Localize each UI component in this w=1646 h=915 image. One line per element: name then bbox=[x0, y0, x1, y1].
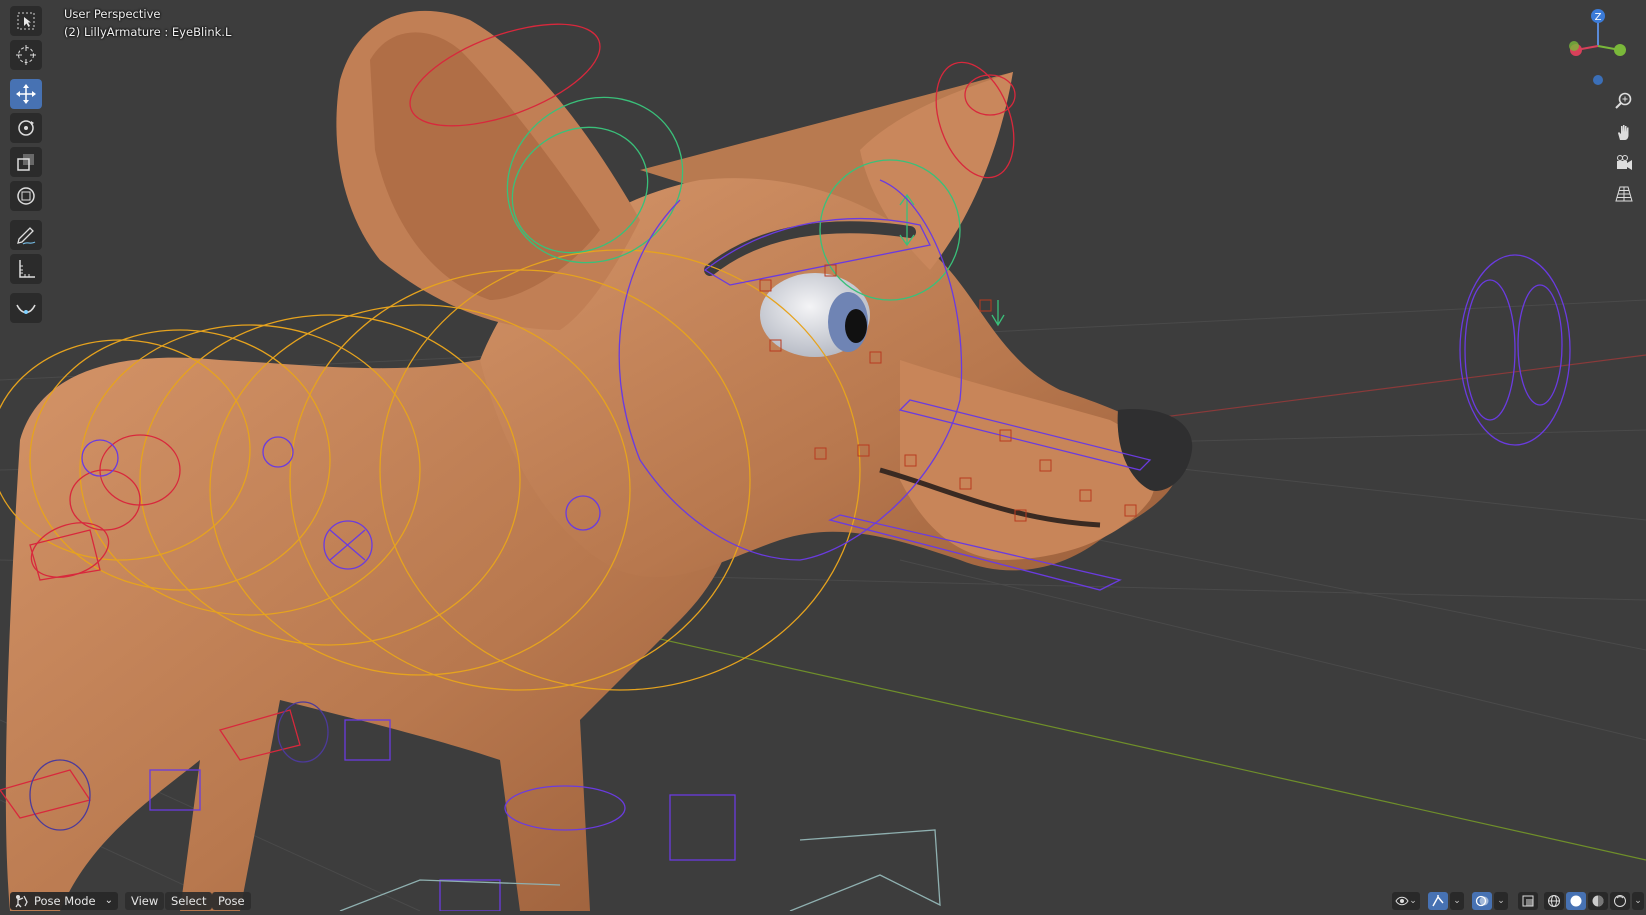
overlays-toggle-button[interactable] bbox=[1472, 892, 1492, 910]
transform-icon bbox=[17, 187, 35, 205]
mode-selector[interactable]: Pose Mode ⌄ bbox=[10, 892, 118, 910]
chevron-down-icon: ⌄ bbox=[1497, 896, 1505, 906]
select-box-icon bbox=[17, 12, 35, 30]
annotate-tool[interactable] bbox=[10, 220, 42, 250]
measure-tool[interactable] bbox=[10, 254, 42, 284]
grid-perspective-icon bbox=[1615, 186, 1633, 202]
chevron-down-icon: ⌄ bbox=[104, 895, 113, 906]
3d-viewport[interactable] bbox=[0, 0, 1646, 912]
relax-icon bbox=[16, 304, 36, 314]
shading-dropdown[interactable]: ⌄ bbox=[1632, 892, 1644, 910]
chevron-down-icon: ⌄ bbox=[1634, 896, 1642, 906]
hand-icon bbox=[1618, 125, 1629, 140]
z-axis-label: Z bbox=[1595, 12, 1602, 23]
viewport-scene bbox=[0, 10, 1646, 912]
y-axis-line bbox=[619, 629, 1646, 861]
eye-icon bbox=[1395, 896, 1409, 906]
xray-toggle-button[interactable] bbox=[1518, 892, 1538, 910]
overlays-dropdown[interactable]: ⌄ bbox=[1494, 892, 1508, 910]
move-icon bbox=[16, 84, 36, 104]
wireframe-shading-button[interactable] bbox=[1544, 892, 1564, 910]
visibility-button[interactable]: ⌄ bbox=[1392, 892, 1420, 910]
annotate-icon bbox=[17, 227, 36, 245]
active-object-label: (2) LillyArmature : EyeBlink.L bbox=[64, 25, 232, 39]
menu-pose[interactable]: Pose bbox=[212, 892, 251, 910]
axis-gizmo-icon: Z bbox=[1569, 9, 1626, 85]
rendered-shading-button[interactable] bbox=[1610, 892, 1630, 910]
menu-view[interactable]: View bbox=[125, 892, 165, 910]
camera-icon bbox=[1617, 155, 1632, 170]
move-tool[interactable] bbox=[10, 79, 42, 109]
zoom-button[interactable] bbox=[1610, 88, 1638, 114]
rotate-icon bbox=[18, 120, 34, 136]
rendered-sphere-icon bbox=[1614, 895, 1626, 907]
gizmo-dropdown[interactable]: ⌄ bbox=[1450, 892, 1464, 910]
overlays-icon bbox=[1475, 895, 1489, 907]
gizmo-toggle-button[interactable] bbox=[1428, 892, 1448, 910]
transform-tool[interactable] bbox=[10, 181, 42, 211]
measure-icon bbox=[19, 260, 35, 278]
scale-icon bbox=[17, 154, 34, 171]
material-sphere-icon bbox=[1592, 895, 1604, 907]
chevron-down-icon: ⌄ bbox=[1453, 896, 1461, 906]
perspective-toggle-button[interactable] bbox=[1610, 181, 1638, 207]
select-box-tool[interactable] bbox=[10, 6, 42, 36]
menu-select[interactable]: Select bbox=[165, 892, 213, 910]
navigation-gizmo[interactable]: Z bbox=[1562, 6, 1634, 88]
solid-shading-button[interactable] bbox=[1566, 892, 1586, 910]
x-axis-line bbox=[1139, 354, 1646, 421]
mode-label: Pose Mode bbox=[34, 894, 96, 908]
scale-tool[interactable] bbox=[10, 147, 42, 177]
cursor-tool[interactable] bbox=[10, 40, 42, 70]
cursor-icon bbox=[16, 45, 36, 65]
zoom-icon bbox=[1615, 92, 1632, 109]
view-name-label: User Perspective bbox=[64, 7, 161, 21]
wireframe-sphere-icon bbox=[1548, 895, 1560, 907]
gizmo-icon bbox=[1432, 895, 1444, 907]
rotate-tool[interactable] bbox=[10, 113, 42, 143]
pose-mode-icon bbox=[15, 895, 28, 908]
material-shading-button[interactable] bbox=[1588, 892, 1608, 910]
solid-sphere-icon bbox=[1570, 895, 1582, 907]
pan-button[interactable] bbox=[1610, 119, 1638, 145]
camera-view-button[interactable] bbox=[1610, 150, 1638, 176]
xray-icon bbox=[1522, 895, 1534, 907]
relax-tool[interactable] bbox=[10, 293, 42, 323]
chevron-down-icon: ⌄ bbox=[1409, 896, 1417, 906]
